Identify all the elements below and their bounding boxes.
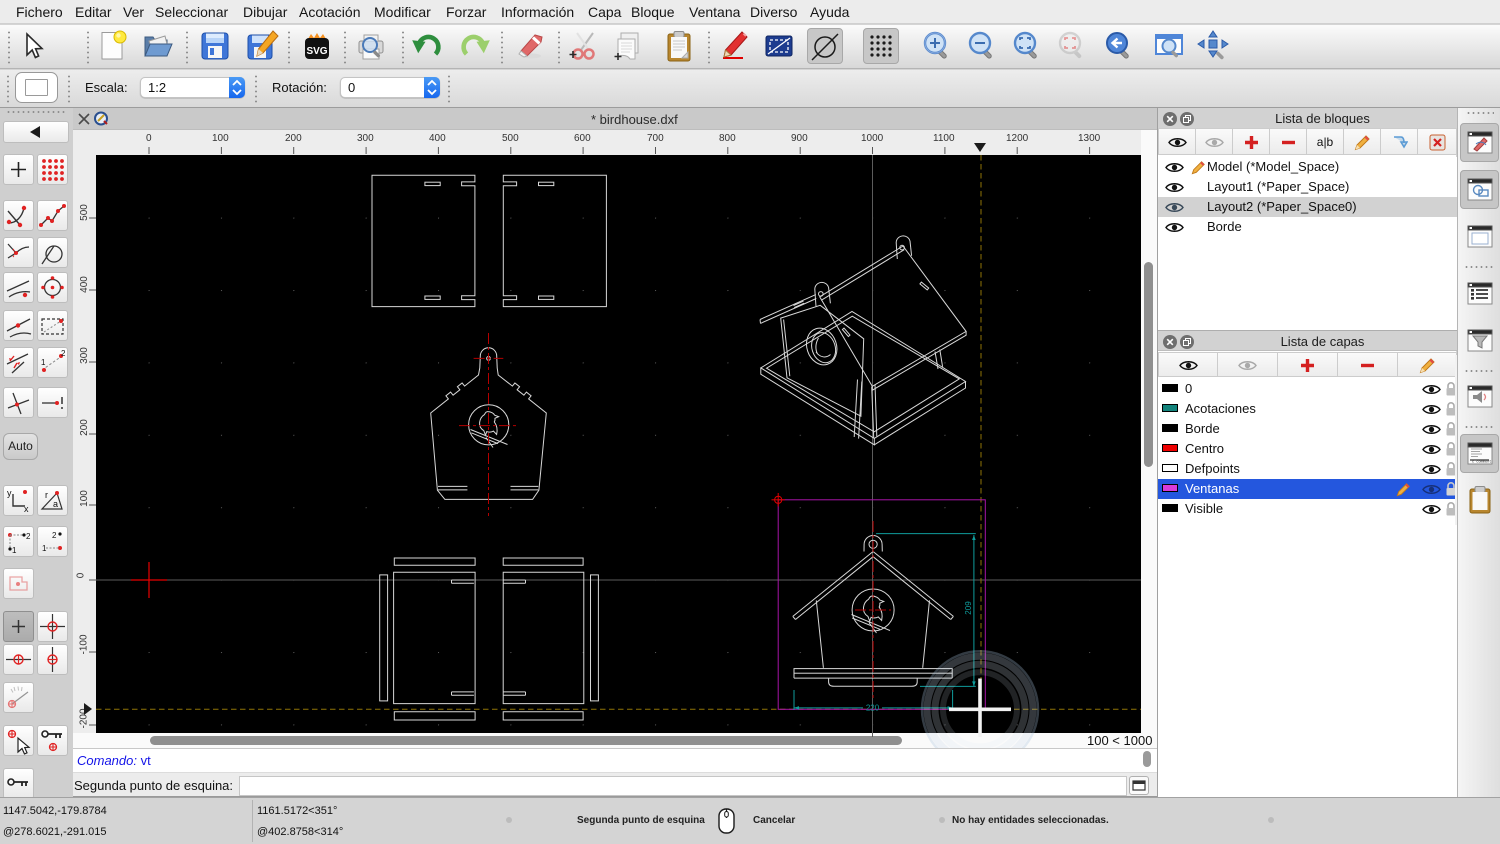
svg-text:2: 2 (61, 349, 66, 358)
svg-text:220: 220 (866, 704, 880, 713)
svg-text:1: 1 (42, 544, 47, 553)
svg-text:1: 1 (41, 358, 46, 367)
svg-text:a: a (53, 499, 58, 509)
svg-text:SVG: SVG (306, 46, 327, 57)
svg-text:c comment: c comment (1472, 461, 1491, 465)
svg-text:2: 2 (26, 532, 31, 541)
svg-text:209: 209 (964, 601, 973, 615)
svg-text:y: y (7, 488, 12, 498)
svg-text:2: 2 (52, 531, 57, 540)
svg-text:r: r (45, 490, 48, 500)
svg-text:1: 1 (12, 546, 17, 555)
